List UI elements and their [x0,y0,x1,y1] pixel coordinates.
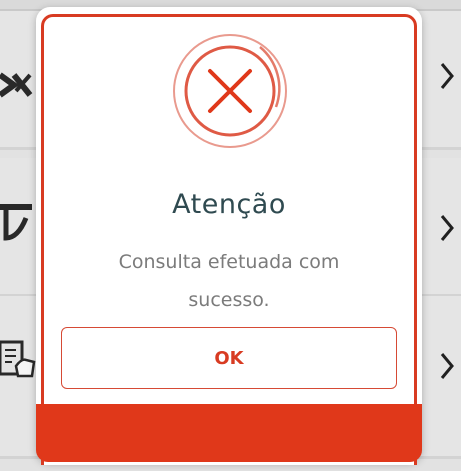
dialog-message: Consulta efetuada com sucesso. [118,251,340,311]
ok-button[interactable]: OK [61,327,397,389]
close-circle-icon [173,34,287,148]
dialog-title: Atenção [172,189,286,220]
dialog-footer-bar [36,404,422,462]
alert-dialog: Atenção Consulta efetuada com sucesso. O… [36,7,422,465]
